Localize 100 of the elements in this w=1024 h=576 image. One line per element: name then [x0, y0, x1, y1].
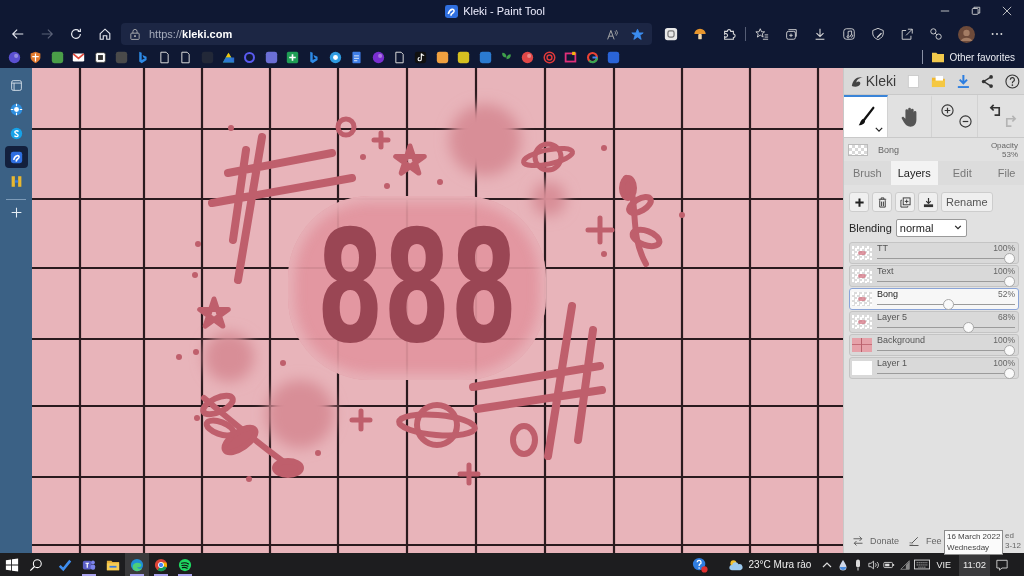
music-note-icon[interactable]	[414, 50, 428, 64]
restore-icon[interactable]	[971, 6, 981, 16]
tile-icon[interactable]	[114, 50, 128, 64]
notification-icon[interactable]	[996, 558, 1008, 571]
triangle-icon[interactable]	[221, 50, 235, 64]
frame-icon[interactable]	[564, 50, 578, 64]
share-icon[interactable]	[900, 27, 914, 41]
slider-thumb[interactable]	[1004, 344, 1015, 356]
mushroom-icon[interactable]	[693, 27, 707, 41]
slider-thumb[interactable]	[1004, 367, 1015, 379]
opacity-slider[interactable]	[877, 344, 1015, 356]
feedback-link[interactable]: Fee	[926, 536, 942, 546]
tile-icon[interactable]	[435, 50, 449, 64]
close-icon[interactable]	[1002, 6, 1012, 16]
tile-icon[interactable]	[457, 50, 471, 64]
logo-icon[interactable]	[307, 50, 321, 64]
opacity-slider[interactable]	[877, 367, 1015, 379]
favorites-icon[interactable]	[755, 27, 769, 41]
panel-tab[interactable]: Brush	[846, 161, 889, 185]
tile-icon[interactable]	[50, 50, 64, 64]
logo-icon[interactable]	[136, 50, 150, 64]
home-icon[interactable]	[98, 27, 112, 41]
opacity-slider[interactable]	[877, 252, 1015, 264]
panel-tab[interactable]: Edit	[945, 161, 979, 185]
collections-icon[interactable]	[784, 27, 798, 41]
taskbar-app-button[interactable]	[125, 553, 149, 576]
weather-text[interactable]: 23°C Mưa rào	[748, 559, 812, 570]
layer-row[interactable]: Bong 52%	[849, 288, 1019, 310]
donate-link[interactable]: Donate	[870, 536, 900, 546]
document-icon[interactable]	[350, 50, 364, 64]
circle-logo-icon[interactable]	[371, 50, 385, 64]
windows-logo-icon[interactable]	[5, 557, 19, 572]
input-language[interactable]: VIE	[936, 559, 951, 570]
speaker-icon[interactable]	[867, 558, 880, 571]
target-icon[interactable]	[542, 50, 556, 64]
page-icon[interactable]	[393, 50, 407, 64]
layer-row[interactable]: Text 100%	[849, 265, 1019, 287]
opacity-slider[interactable]	[877, 275, 1015, 287]
tile-icon[interactable]	[478, 50, 492, 64]
panel-tab[interactable]: File	[990, 161, 1023, 185]
tile-icon[interactable]	[606, 50, 620, 64]
paint-dot	[195, 241, 201, 247]
gear-icon[interactable]	[328, 50, 342, 64]
zoom-out-icon[interactable]	[959, 115, 972, 128]
help-icon[interactable]	[1005, 73, 1020, 89]
slider-thumb[interactable]	[1004, 275, 1015, 287]
ring-icon[interactable]	[585, 50, 599, 64]
undo-icon[interactable]	[989, 104, 1002, 117]
circle-logo-icon[interactable]	[8, 50, 21, 64]
blending-dropdown[interactable]: normal	[895, 218, 967, 237]
rename-button[interactable]: Rename	[941, 192, 993, 212]
opacity-slider[interactable]	[877, 321, 1015, 333]
ring-icon[interactable]	[243, 50, 257, 64]
reload-icon[interactable]	[69, 27, 83, 41]
caret-icon[interactable]	[875, 127, 883, 132]
panel-tab[interactable]: Layers	[890, 161, 938, 185]
brush-tool-button[interactable]	[844, 95, 888, 137]
wifi-icon[interactable]	[898, 558, 911, 571]
read-aloud-icon[interactable]	[606, 27, 619, 41]
zoom-in-icon[interactable]	[941, 104, 954, 117]
add-layer-button[interactable]	[849, 192, 869, 212]
page-icon[interactable]	[157, 50, 171, 64]
layer-row[interactable]: Background 100%	[849, 334, 1019, 356]
add-icon[interactable]	[9, 206, 23, 219]
slider-thumb[interactable]	[943, 298, 955, 310]
opacity-slider[interactable]	[877, 298, 1015, 310]
shield-icon[interactable]	[29, 50, 43, 64]
shield-icon[interactable]	[871, 27, 885, 41]
tile-icon[interactable]	[264, 50, 278, 64]
keyboard-icon[interactable]	[914, 559, 931, 570]
swap-icon[interactable]	[852, 535, 864, 547]
duplicate-layer-button[interactable]	[895, 192, 915, 212]
page-icon[interactable]	[179, 50, 193, 64]
favorite-star-icon[interactable]	[631, 27, 644, 41]
tile-icon[interactable]	[664, 27, 678, 41]
merge-layer-button[interactable]	[918, 192, 938, 212]
puzzle-icon[interactable]	[722, 27, 736, 41]
other-favorites-link[interactable]: Other favorites	[949, 51, 1015, 63]
back-icon[interactable]	[11, 27, 25, 41]
slider-thumb[interactable]	[1004, 252, 1015, 264]
help-icon[interactable]	[692, 556, 709, 573]
layer-row[interactable]: Layer 1 100%	[849, 357, 1019, 379]
media-icon[interactable]	[842, 27, 856, 41]
avatar-icon[interactable]	[958, 25, 975, 43]
sidebar-button[interactable]	[4, 146, 28, 168]
circle-logo-icon[interactable]	[521, 50, 535, 64]
slider-thumb[interactable]	[963, 321, 975, 333]
layer-row[interactable]: Layer 5 68%	[849, 311, 1019, 333]
download-icon[interactable]	[813, 27, 827, 41]
delete-layer-button[interactable]	[872, 192, 892, 212]
search-icon[interactable]	[29, 557, 43, 572]
clock[interactable]: 11:02	[958, 553, 990, 576]
layer-row[interactable]: TT 100%	[849, 242, 1019, 264]
envelope-icon[interactable]	[72, 50, 86, 64]
share-icon[interactable]	[980, 73, 996, 89]
nodes-icon[interactable]	[929, 27, 943, 41]
square-icon[interactable]	[93, 50, 107, 64]
address-bar[interactable]: https://kleki.com	[121, 23, 652, 45]
cloud-icon[interactable]	[728, 558, 745, 571]
plus-tile-icon[interactable]	[286, 50, 300, 64]
